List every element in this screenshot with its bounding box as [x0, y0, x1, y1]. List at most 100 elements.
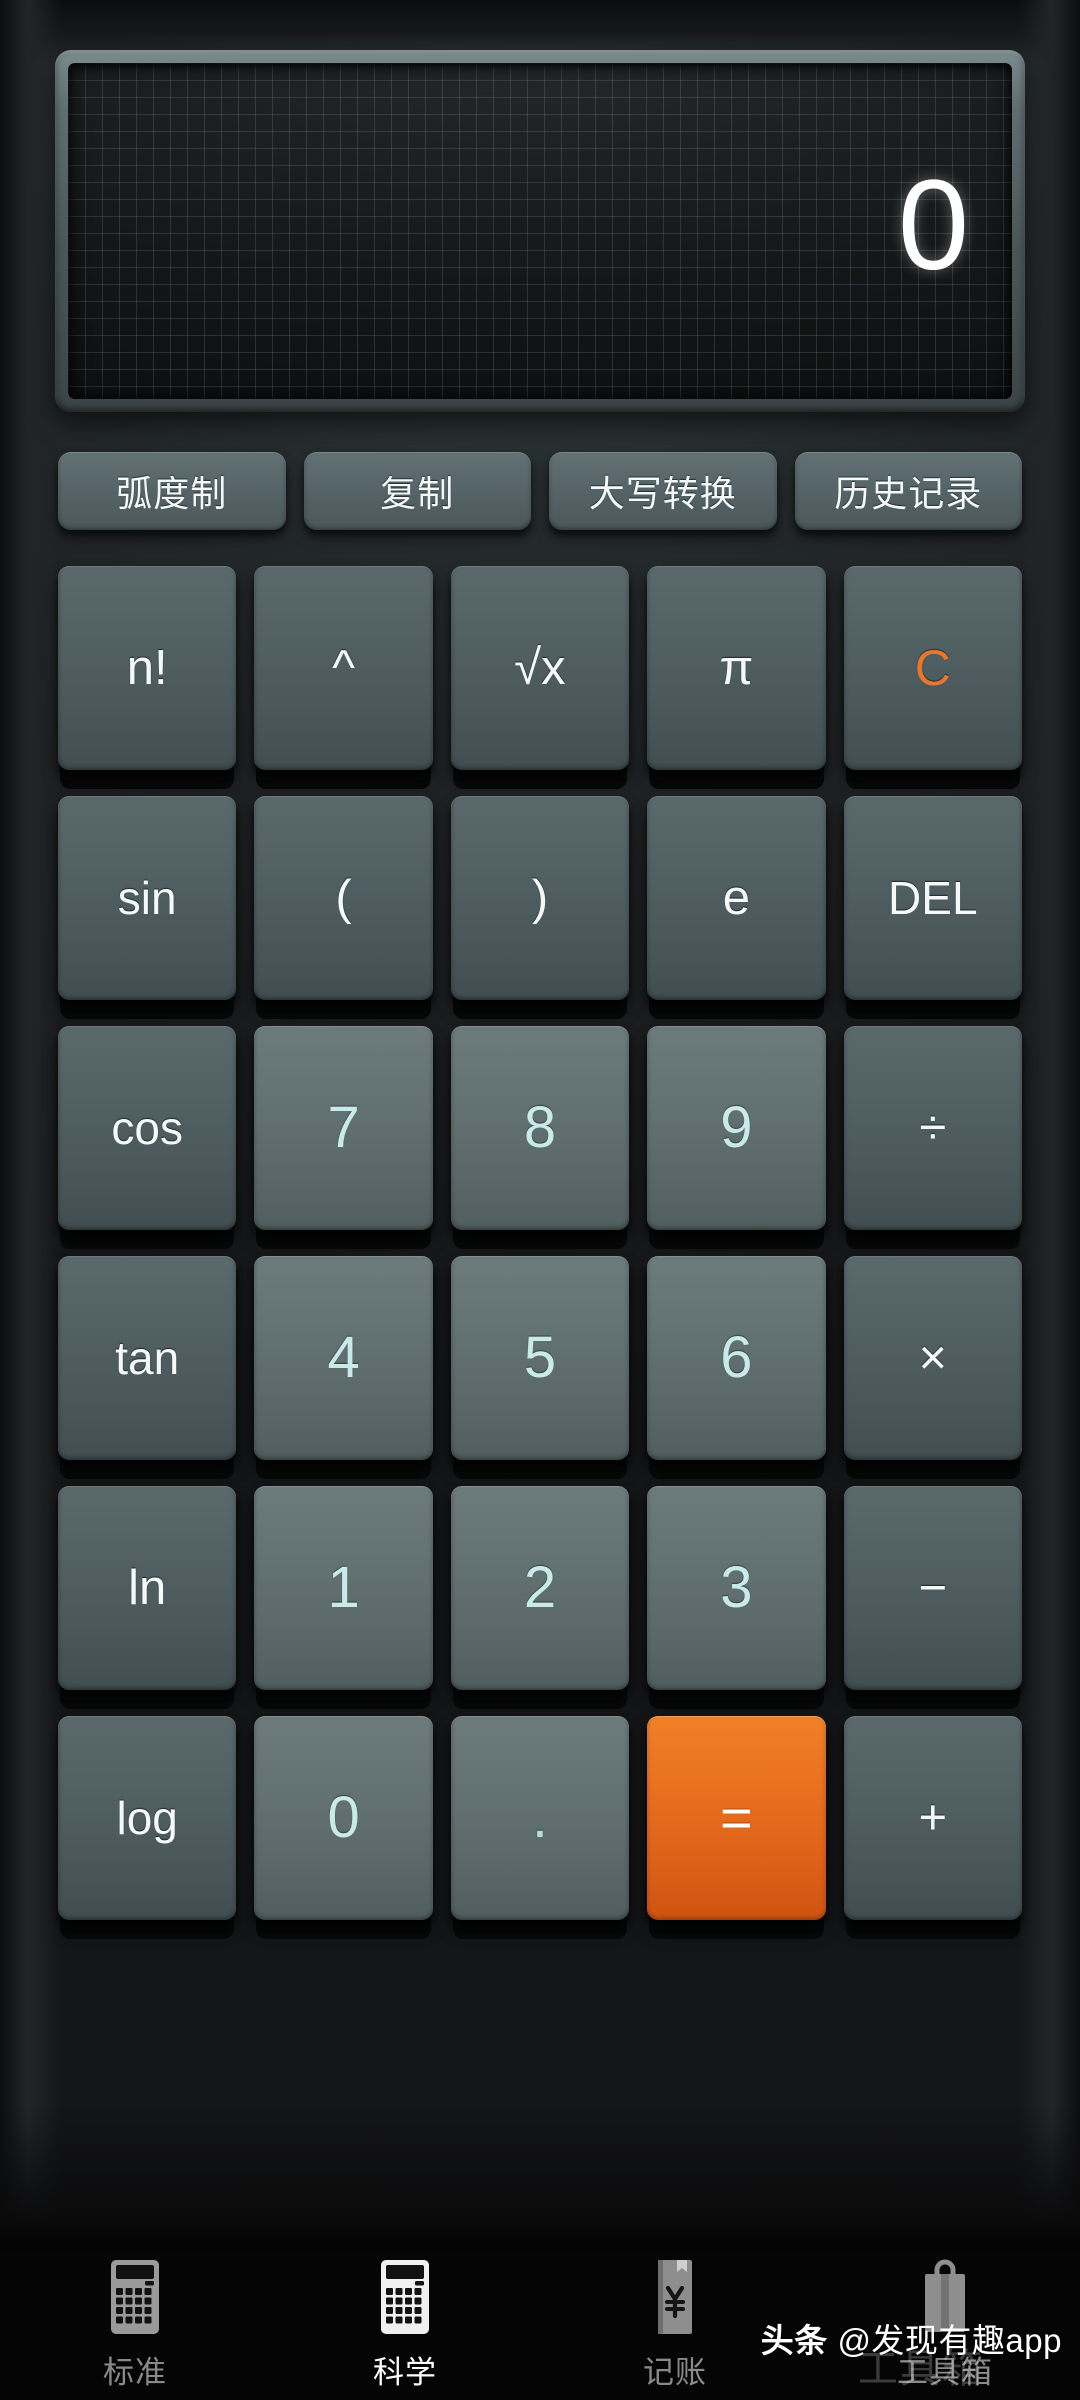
key-digit-3[interactable]: 3 [647, 1486, 825, 1690]
key-factorial[interactable]: n! [58, 566, 236, 770]
key-label: ^ [332, 644, 355, 693]
key-square-root[interactable]: √x [451, 566, 629, 770]
key-delete[interactable]: DEL [844, 796, 1022, 1000]
key-cell: 7 [254, 1026, 432, 1256]
key-label: ÷ [919, 1104, 946, 1153]
utility-button-row: 弧度制 复制 大写转换 历史记录 [58, 452, 1022, 530]
key-cell: ^ [254, 566, 432, 796]
key-cell: log [58, 1716, 236, 1946]
utility-button-label: 历史记录 [834, 465, 982, 517]
key-cell: ( [254, 796, 432, 1026]
key-label: cos [111, 1105, 183, 1151]
key-label: √x [514, 644, 565, 693]
key-cell: n! [58, 566, 236, 796]
key-label: 2 [524, 1559, 556, 1617]
calculator-body: 0 弧度制 复制 大写转换 历史记录 n! ^ √x π Csin () e DEL cos 7 8 9 ÷ t… [0, 0, 1080, 2255]
calculator-icon [107, 2258, 163, 2338]
key-cell: ) [451, 796, 629, 1026]
key-cell: DEL [844, 796, 1022, 1026]
shell-left-bevel [0, 0, 62, 2255]
key-cell: 9 [647, 1026, 825, 1256]
key-divide[interactable]: ÷ [844, 1026, 1022, 1230]
key-digit-6[interactable]: 6 [647, 1256, 825, 1460]
key-cell: sin [58, 796, 236, 1026]
copy-button[interactable]: 复制 [304, 452, 532, 530]
key-sin[interactable]: sin [58, 796, 236, 1000]
key-label: π [719, 644, 753, 693]
key-label: . [532, 1789, 548, 1847]
key-label: + [918, 1794, 947, 1843]
key-digit-0[interactable]: 0 [254, 1716, 432, 1920]
nav-item-label: 记账 [643, 2347, 707, 2392]
key-tan[interactable]: tan [58, 1256, 236, 1460]
key-label: log [117, 1795, 178, 1841]
key-label: ( [335, 874, 351, 923]
key-cell: ÷ [844, 1026, 1022, 1256]
key-equals[interactable]: = [647, 1716, 825, 1920]
key-digit-8[interactable]: 8 [451, 1026, 629, 1230]
key-cell: tan [58, 1256, 236, 1486]
key-label: 5 [524, 1329, 556, 1387]
key-log[interactable]: log [58, 1716, 236, 1920]
key-label: ) [532, 874, 548, 923]
key-cos[interactable]: cos [58, 1026, 236, 1230]
key-digit-2[interactable]: 2 [451, 1486, 629, 1690]
key-label: sin [118, 875, 177, 921]
key-digit-4[interactable]: 4 [254, 1256, 432, 1460]
key-cell: × [844, 1256, 1022, 1486]
utility-button-label: 弧度制 [116, 465, 227, 517]
utility-button-label: 大写转换 [589, 465, 737, 517]
utility-button-label: 复制 [380, 465, 454, 517]
calculator-app: 0 弧度制 复制 大写转换 历史记录 n! ^ √x π Csin () e DEL cos 7 8 9 ÷ t… [0, 0, 1080, 2400]
key-label: × [918, 1334, 947, 1383]
key-euler[interactable]: e [647, 796, 825, 1000]
key-clear[interactable]: C [844, 566, 1022, 770]
key-decimal-point[interactable]: . [451, 1716, 629, 1920]
key-cell: ln [58, 1486, 236, 1716]
key-label: e [723, 874, 750, 923]
key-digit-1[interactable]: 1 [254, 1486, 432, 1690]
key-cell: − [844, 1486, 1022, 1716]
key-label: n! [127, 644, 168, 693]
key-open-paren[interactable]: ( [254, 796, 432, 1000]
radian-mode-button[interactable]: 弧度制 [58, 452, 286, 530]
watermark: 头条 @发现有趣app [761, 2314, 1062, 2362]
ledger-yuan-icon [647, 2258, 703, 2338]
history-button[interactable]: 历史记录 [795, 452, 1023, 530]
key-cell: . [451, 1716, 629, 1946]
key-label: ln [128, 1564, 166, 1613]
nav-item-standard[interactable]: 标准 [0, 2250, 270, 2400]
key-add[interactable]: + [844, 1716, 1022, 1920]
display-screen[interactable]: 0 [68, 63, 1012, 399]
key-digit-5[interactable]: 5 [451, 1256, 629, 1460]
key-label: 4 [327, 1329, 359, 1387]
key-cell: 8 [451, 1026, 629, 1256]
key-close-paren[interactable]: ) [451, 796, 629, 1000]
key-cell: e [647, 796, 825, 1026]
key-cell: = [647, 1716, 825, 1946]
key-label: tan [115, 1335, 179, 1381]
uppercase-convert-button[interactable]: 大写转换 [549, 452, 777, 530]
scientific-calculator-icon [377, 2258, 433, 2338]
nav-item-scientific[interactable]: 科学 [270, 2250, 540, 2400]
key-digit-9[interactable]: 9 [647, 1026, 825, 1230]
key-label: DEL [888, 875, 977, 921]
display-value: 0 [898, 162, 1012, 300]
key-cell: 1 [254, 1486, 432, 1716]
key-cell: 3 [647, 1486, 825, 1716]
key-pi[interactable]: π [647, 566, 825, 770]
key-digit-7[interactable]: 7 [254, 1026, 432, 1230]
key-ln[interactable]: ln [58, 1486, 236, 1690]
key-label: = [720, 1790, 753, 1846]
key-subtract[interactable]: − [844, 1486, 1022, 1690]
keypad: n! ^ √x π Csin () e DEL cos 7 8 9 ÷ tan 4 5 6 × ln 1 2 3 − log 0… [58, 566, 1022, 1946]
key-label: 8 [524, 1099, 556, 1157]
key-label: 0 [327, 1789, 359, 1847]
key-cell: √x [451, 566, 629, 796]
key-label: 9 [720, 1099, 752, 1157]
key-label: 3 [720, 1559, 752, 1617]
key-label: 1 [327, 1559, 359, 1617]
watermark-handle: @发现有趣app [837, 2322, 1062, 2359]
key-power[interactable]: ^ [254, 566, 432, 770]
key-multiply[interactable]: × [844, 1256, 1022, 1460]
